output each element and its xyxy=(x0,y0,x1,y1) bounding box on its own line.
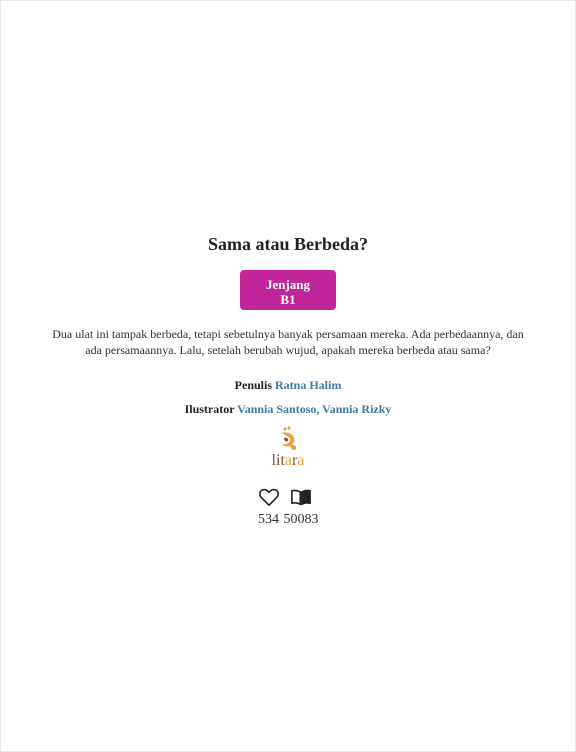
book-detail: Sama atau Berbeda? Jenjang B1 Dua ulat i… xyxy=(0,230,576,529)
book-title: Sama atau Berbeda? xyxy=(207,234,368,254)
illustrator-label: Ilustrator xyxy=(184,402,235,416)
publisher-logo[interactable]: litara xyxy=(263,425,313,475)
svg-text:litara: litara xyxy=(272,452,305,469)
level-label: Jenjang xyxy=(265,277,311,292)
book-description: Dua ulat ini tampak berbeda, tetapi sebe… xyxy=(52,327,524,357)
level-button[interactable]: Jenjang B1 xyxy=(240,270,336,310)
illustrator-credit: Ilustrator Vannia Santoso, Vannia Rizky xyxy=(0,401,576,417)
illustrator-link[interactable]: Vannia Santoso, Vannia Rizky xyxy=(237,402,391,416)
open-book-icon xyxy=(291,489,311,506)
writer-link[interactable]: Ratna Halim xyxy=(275,378,341,392)
likes-count: 534 xyxy=(258,512,279,527)
book-stats: 534 50083 xyxy=(238,487,338,529)
reads-count: 50083 xyxy=(283,512,319,527)
reads-stat: 50083 xyxy=(284,487,319,529)
heart-icon[interactable] xyxy=(258,487,280,507)
level-value: B1 xyxy=(280,292,296,307)
likes-stat[interactable]: 534 xyxy=(258,487,280,529)
writer-credit: Penulis Ratna Halim xyxy=(0,377,576,393)
writer-label: Penulis xyxy=(234,378,272,392)
